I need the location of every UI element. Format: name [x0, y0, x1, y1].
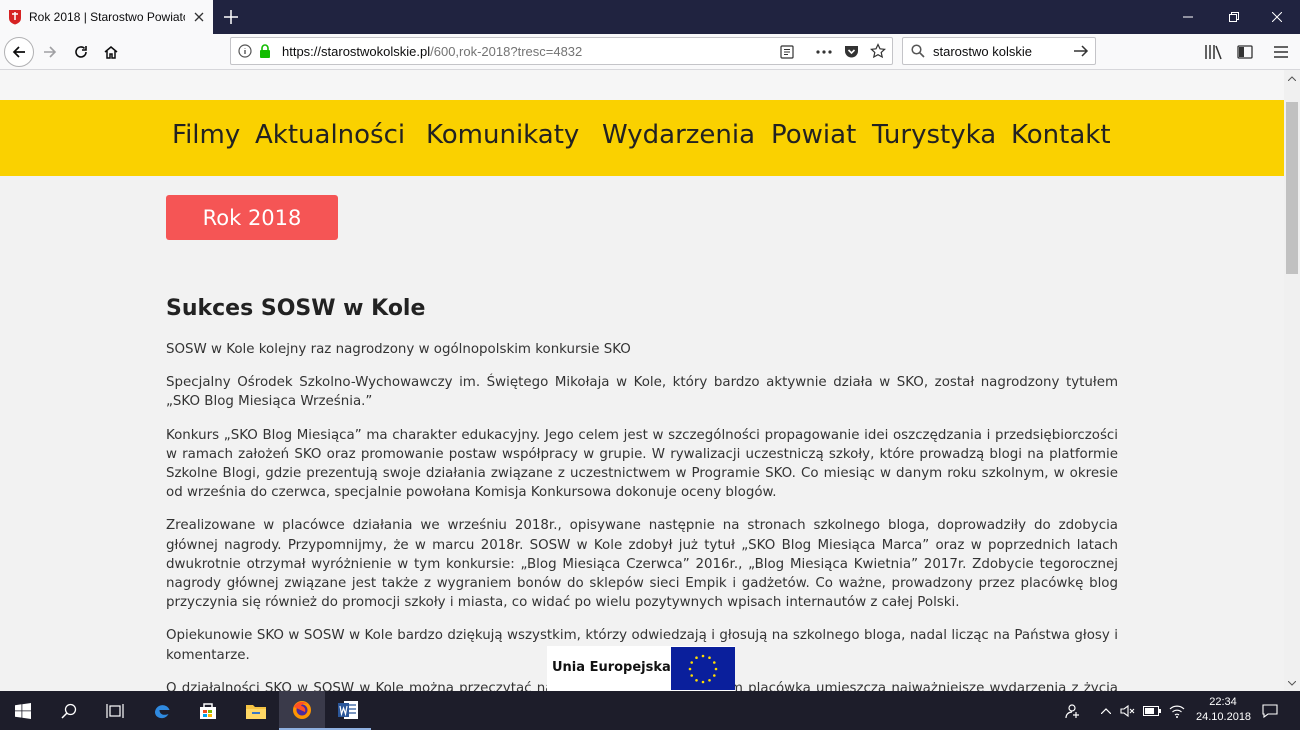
battery-icon[interactable] — [1143, 702, 1161, 720]
info-icon[interactable] — [238, 44, 252, 58]
category-button[interactable]: Rok 2018 — [166, 195, 338, 240]
url-host: https://starostwokolskie.pl — [282, 44, 431, 59]
search-go-arrow-icon[interactable] — [1073, 44, 1089, 58]
eu-flag-icon — [671, 647, 735, 690]
url-path: /600,rok-2018?tresc=4832 — [430, 44, 583, 59]
menu-item-filmy[interactable]: Filmy — [172, 120, 240, 150]
scroll-up-arrow-icon[interactable] — [1284, 70, 1300, 86]
new-tab-button[interactable] — [218, 4, 244, 30]
article-body: SOSW w Kole kolejny raz nagrodzony w ogó… — [166, 340, 1118, 691]
home-button[interactable] — [96, 37, 126, 67]
browser-tab-active[interactable]: Rok 2018 | Starostwo Powiatowe — [0, 0, 213, 34]
search-input[interactable]: starostwo kolskie — [933, 44, 1032, 59]
hamburger-menu-icon[interactable] — [1273, 44, 1289, 60]
search-bar[interactable]: starostwo kolskie — [902, 37, 1096, 65]
wifi-icon[interactable] — [1168, 702, 1186, 720]
bookmark-star-icon[interactable] — [870, 43, 886, 59]
action-center-icon[interactable] — [1261, 702, 1279, 720]
library-icon[interactable] — [1204, 44, 1222, 60]
close-tab-icon[interactable] — [191, 9, 207, 25]
restore-button[interactable] — [1211, 0, 1257, 34]
eu-label: Unia Europejska — [552, 660, 671, 675]
edge-icon[interactable] — [139, 691, 185, 730]
people-icon[interactable] — [1063, 702, 1081, 720]
firefox-taskbar-icon[interactable] — [279, 691, 325, 730]
article-paragraph: SOSW w Kole kolejny raz nagrodzony w ogó… — [166, 342, 631, 357]
taskbar-clock[interactable]: 22:34 24.10.2018 — [1196, 695, 1252, 725]
lock-icon[interactable] — [258, 43, 272, 59]
reload-button[interactable] — [66, 37, 96, 67]
browser-toolbar: https://starostwokolskie.pl/600,rok-2018… — [0, 34, 1300, 70]
menu-item-aktualnosci[interactable]: Aktualności — [255, 120, 405, 150]
article-paragraph: Zrealizowane w placówce działania we wrz… — [166, 518, 1118, 611]
address-bar[interactable]: https://starostwokolskie.pl/600,rok-2018… — [230, 37, 893, 65]
header-strip — [0, 70, 1284, 100]
browser-tab-bar: Rok 2018 | Starostwo Powiatowe — [0, 0, 1300, 34]
eu-banner[interactable]: Unia Europejska — [547, 646, 735, 691]
show-hidden-icons-icon[interactable] — [1097, 702, 1115, 720]
menu-item-komunikaty[interactable]: Komunikaty — [426, 120, 579, 150]
page-viewport: Filmy Aktualności Komunikaty Wydarzenia … — [0, 70, 1284, 691]
page-actions-icon[interactable] — [815, 44, 833, 60]
clock-time: 22:34 — [1209, 696, 1237, 708]
task-view-icon[interactable] — [92, 691, 138, 730]
sidebar-icon[interactable] — [1236, 44, 1254, 60]
store-icon[interactable] — [185, 691, 231, 730]
close-window-button[interactable] — [1254, 0, 1300, 34]
forward-button[interactable] — [35, 37, 65, 67]
volume-muted-icon[interactable] — [1119, 702, 1137, 720]
scroll-down-arrow-icon[interactable] — [1284, 675, 1300, 691]
minimize-button[interactable] — [1165, 0, 1211, 34]
start-button[interactable] — [0, 691, 46, 730]
reader-view-icon[interactable] — [779, 44, 795, 60]
article-paragraph: Specjalny Ośrodek Szkolno-Wychowawczy im… — [166, 375, 1118, 410]
file-explorer-icon[interactable] — [233, 691, 279, 730]
menu-item-turystyka[interactable]: Turystyka — [872, 120, 996, 150]
menu-item-wydarzenia[interactable]: Wydarzenia — [602, 120, 755, 150]
main-menu: Filmy Aktualności Komunikaty Wydarzenia … — [0, 100, 1284, 176]
scroll-thumb[interactable] — [1286, 102, 1298, 274]
menu-item-kontakt[interactable]: Kontakt — [1011, 120, 1111, 150]
menu-item-powiat[interactable]: Powiat — [771, 120, 856, 150]
site-crest-icon — [8, 9, 22, 25]
article-title: Sukces SOSW w Kole — [166, 296, 426, 321]
taskbar-search-icon[interactable] — [46, 691, 92, 730]
article-paragraph: Konkurs „SKO Blog Miesiąca” ma charakter… — [166, 427, 1118, 501]
windows-taskbar: 22:34 24.10.2018 — [0, 691, 1300, 730]
clock-date: 24.10.2018 — [1196, 711, 1252, 723]
word-icon[interactable] — [325, 691, 371, 730]
back-button[interactable] — [4, 37, 34, 67]
page-scrollbar[interactable] — [1284, 70, 1300, 691]
tab-title: Rok 2018 | Starostwo Powiatowe — [29, 10, 185, 24]
search-icon — [911, 44, 925, 58]
url-text: https://starostwokolskie.pl/600,rok-2018… — [282, 44, 582, 59]
pocket-icon[interactable] — [843, 44, 859, 60]
